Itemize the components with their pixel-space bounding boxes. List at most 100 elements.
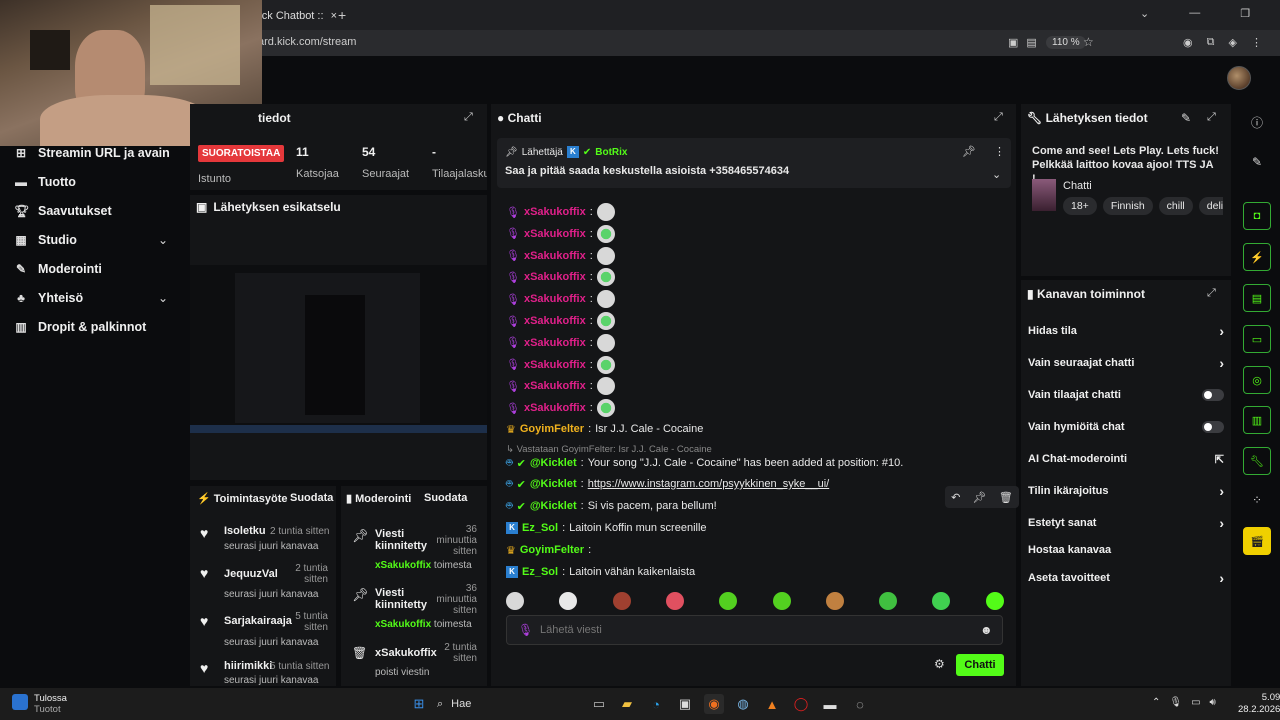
tag[interactable]: Finnish [1102, 197, 1153, 215]
chat-user[interactable]: @Kicklet [530, 500, 577, 512]
chat-message[interactable]: 🤖︎ ✔ @Kicklet: https://www.instagram.com/ps… [506, 475, 829, 493]
chat-user[interactable]: xSakukoffix [524, 228, 586, 240]
chat-user[interactable]: Ez_Sol [522, 566, 558, 578]
star-icon[interactable]: ☆ [1083, 35, 1094, 49]
toggle-switch[interactable] [1202, 421, 1224, 433]
window-controls[interactable]: ⌄—❐✕ [1140, 7, 1280, 20]
sidebar-item-saavutukset[interactable]: 🏆︎ Saavutukset [14, 200, 112, 222]
chat-user[interactable]: xSakukoffix [524, 271, 586, 283]
edit-icon[interactable]: ✎ [1181, 111, 1191, 125]
avatar[interactable] [1227, 66, 1251, 90]
chat-user[interactable]: xSakukoffix [524, 250, 586, 262]
chat-message[interactable]: 🎙︎ xSakukoffix: [506, 224, 615, 243]
screen-icon[interactable]: ▣ [1008, 36, 1018, 49]
expand-icon[interactable]: ⤢ [994, 111, 1003, 124]
emote-button[interactable] [665, 592, 684, 610]
taskview-icon[interactable]: ▭ [589, 694, 609, 714]
terminal-icon[interactable]: ▬ [820, 694, 840, 714]
chevron-right-icon[interactable]: › [1219, 515, 1224, 531]
reply-icon[interactable]: ↶ [951, 491, 960, 504]
message-actions[interactable]: ↶ 📌︎ 🗑︎ [945, 486, 1019, 508]
chat-user[interactable]: xSakukoffix [524, 380, 586, 392]
layout-icon[interactable]: ▥ [1243, 406, 1271, 434]
emoji-icon[interactable]: ☻ [980, 623, 993, 637]
emote-button[interactable] [825, 592, 844, 610]
chat-user[interactable]: xSakukoffix [524, 315, 586, 327]
weather-widget[interactable]: Tulossa Tuotot [34, 693, 67, 715]
sidebar-item-moderointi[interactable]: ✎ Moderointi [14, 258, 102, 280]
chat-message[interactable]: 🎙︎ xSakukoffix: [506, 246, 615, 265]
close-icon[interactable]: × [331, 10, 337, 22]
tag[interactable]: delirio [1198, 197, 1223, 215]
chevron-right-icon[interactable]: › [1219, 483, 1224, 499]
chat-message[interactable]: 🎙︎ xSakukoffix: [506, 203, 615, 221]
gear-icon[interactable]: ⚙ [934, 657, 945, 671]
doc-icon[interactable]: ▤ [1243, 284, 1271, 312]
chevron-down-icon[interactable]: ⌄ [158, 233, 168, 247]
chat-message[interactable]: 🎙︎ xSakukoffix: [506, 399, 615, 418]
chat-message[interactable]: 🎙︎ xSakukoffix: [506, 377, 615, 396]
minimize-icon[interactable]: — [1189, 7, 1200, 20]
expand-icon[interactable]: ⤢ [1207, 111, 1216, 124]
weather-icon[interactable] [12, 694, 28, 710]
browser-toolbar-icons[interactable]: ◉ ⧉ ◈ ⋮ [1183, 36, 1262, 49]
emote-bar[interactable] [506, 592, 1006, 610]
maximize-icon[interactable]: ❐ [1240, 7, 1250, 20]
chat-message[interactable]: 🎙︎ xSakukoffix: [506, 333, 615, 352]
chat-message[interactable]: K Ez_Sol: Laitoin vähän kaikenlaista [506, 563, 695, 581]
pin-icon[interactable]: 📌︎ [973, 491, 987, 504]
category-thumbnail[interactable] [1032, 179, 1056, 211]
emote-button[interactable] [559, 592, 578, 610]
taskbar-search[interactable]: ⌕ Hae [437, 694, 582, 714]
channel-action-row[interactable]: Estetyt sanat › [1028, 513, 1224, 533]
camera-icon[interactable]: ◘ [1243, 202, 1271, 230]
channel-action-row[interactable]: Tilin ikärajoitus › [1028, 481, 1224, 501]
edit-icon[interactable]: ✎ [1243, 152, 1271, 172]
channel-action-row[interactable]: Aseta tavoitteet › [1028, 568, 1224, 588]
chat-user[interactable]: xSakukoffix [524, 337, 586, 349]
tag[interactable]: 18+ [1063, 197, 1097, 215]
browser-tab[interactable]: Kick Chatbot :: × [252, 5, 352, 27]
emote-button[interactable] [719, 592, 738, 610]
chevron-right-icon[interactable]: › [1219, 355, 1224, 371]
category-name[interactable]: Chatti [1063, 180, 1092, 192]
emote-button[interactable] [932, 592, 951, 610]
clapper-icon[interactable]: 🎬︎ [1243, 527, 1271, 555]
chat-user[interactable]: xSakukoffix [524, 359, 586, 371]
broadcast-icon[interactable]: ◎ [1243, 366, 1271, 394]
bolt-icon[interactable]: ⚡ [1243, 243, 1271, 271]
chat-message[interactable]: ♛ GoyimFelter: [506, 541, 595, 559]
chat-message[interactable]: 🤖︎ ✔ @Kicklet: Si vis pacem, para bellum! [506, 497, 717, 515]
emote-button[interactable] [506, 592, 524, 610]
chat-input[interactable] [540, 620, 960, 640]
emote-button[interactable] [879, 592, 898, 610]
chat-message[interactable]: 🎙︎ xSakukoffix: [506, 355, 615, 374]
expand-icon[interactable]: ⤢ [464, 111, 473, 124]
system-tray[interactable]: ⌃ 🎙︎ ▭ 🔊︎ [1152, 697, 1216, 708]
shield-icon[interactable]: ◈ [1228, 36, 1236, 49]
chat-user[interactable]: GoyimFelter [520, 423, 584, 435]
vlc-icon[interactable]: ▲ [762, 694, 782, 714]
chevron-down-icon[interactable]: ⌄ [992, 168, 1001, 181]
chevron-right-icon[interactable]: › [1219, 570, 1224, 586]
opera-icon[interactable]: ◯ [791, 694, 811, 714]
external-link-icon[interactable]: ⇱ [1215, 453, 1224, 466]
volume-icon[interactable]: 🔊︎ [1210, 697, 1216, 708]
sidebar-item-dropit[interactable]: ▥ Dropit & palkinnot [14, 316, 146, 338]
emote-button[interactable] [985, 592, 1004, 610]
chat-user[interactable]: GoyimFelter [520, 544, 584, 556]
profile-icon[interactable]: ◉ [1183, 36, 1193, 49]
chevron-right-icon[interactable]: › [1219, 323, 1224, 339]
pinned-user[interactable]: BotRix [595, 147, 627, 158]
chat-user[interactable]: Ez_Sol [522, 522, 558, 534]
channel-action-row[interactable]: Vain tilaajat chatti [1028, 385, 1224, 405]
folder-icon[interactable]: ▰ [617, 694, 637, 714]
toggle-switch[interactable] [1202, 389, 1224, 401]
chat-message[interactable]: K Ez_Sol: Laitoin Koffin mun screenille [506, 519, 707, 537]
firefox-icon[interactable]: ◉ [704, 694, 724, 714]
chat-user[interactable]: @Kicklet [530, 457, 577, 469]
channel-action-row[interactable]: Vain seuraajat chatti › [1028, 353, 1224, 373]
pin-icon[interactable]: 📌︎ [962, 145, 976, 158]
expand-icon[interactable]: ⤢ [1207, 287, 1216, 300]
channel-action-row[interactable]: Vain hymiöitä chat [1028, 417, 1224, 437]
